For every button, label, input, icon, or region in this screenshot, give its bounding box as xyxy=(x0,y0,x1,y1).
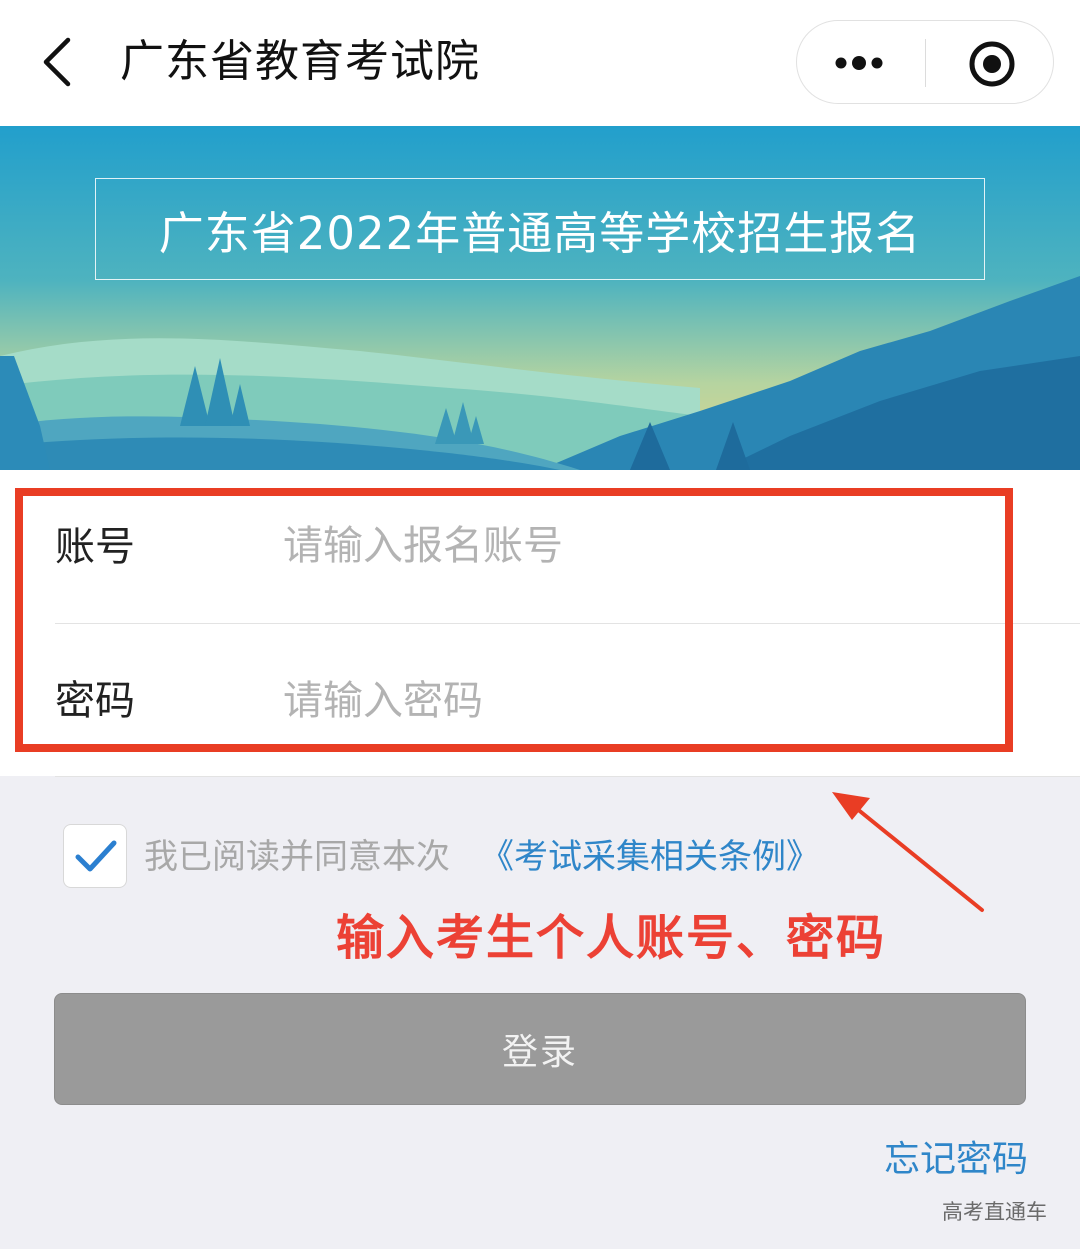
agreement-checkbox[interactable] xyxy=(63,824,127,888)
banner: 广东省2022年普通高等学校招生报名 xyxy=(0,126,1080,470)
target-circle-icon[interactable] xyxy=(967,39,1017,89)
banner-title-box: 广东省2022年普通高等学校招生报名 xyxy=(95,178,985,280)
annotation-arrow-icon xyxy=(832,792,984,912)
account-input[interactable] xyxy=(283,516,983,576)
account-row: 账号 xyxy=(55,470,1080,624)
login-button[interactable]: 登录 xyxy=(54,993,1026,1105)
forgot-password-link[interactable]: 忘记密码 xyxy=(884,1136,1028,1184)
annotation-text: 输入考生个人账号、密码 xyxy=(336,910,887,966)
account-label: 账号 xyxy=(55,524,135,570)
capsule-divider xyxy=(925,39,926,87)
password-row: 密码 xyxy=(55,623,1080,777)
agreement-text: 我已阅读并同意本次 xyxy=(144,837,450,877)
login-form: 账号 密码 xyxy=(0,470,1080,777)
agreement-link[interactable]: 《考试采集相关条例》 xyxy=(480,833,820,881)
password-input[interactable] xyxy=(283,671,983,731)
checkmark-icon xyxy=(75,840,117,872)
password-label: 密码 xyxy=(55,678,135,724)
chevron-left-icon[interactable] xyxy=(38,36,82,88)
mini-program-capsule xyxy=(796,20,1054,104)
login-label: 登录 xyxy=(501,1032,578,1073)
watermark: 高考直通车 xyxy=(942,1200,1047,1224)
more-dots-icon[interactable] xyxy=(833,43,893,83)
top-navigation-bar: 广东省教育考试院 xyxy=(0,0,1080,126)
banner-title: 广东省2022年普通高等学校招生报名 xyxy=(158,206,922,260)
page-title: 广东省教育考试院 xyxy=(120,36,480,87)
